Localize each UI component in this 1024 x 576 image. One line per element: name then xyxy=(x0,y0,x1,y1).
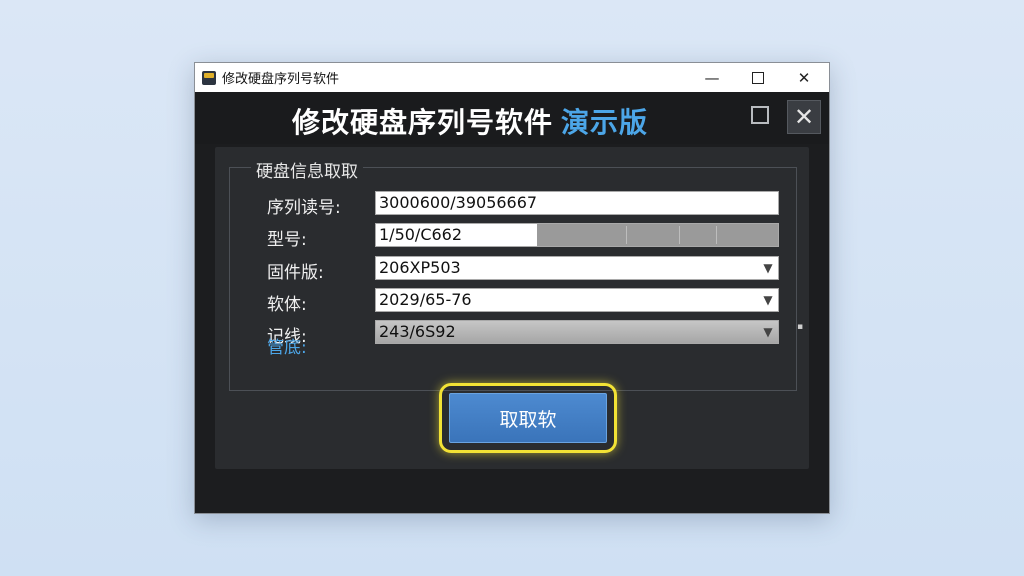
titlebar: 修改硬盘序列号软件 — ✕ xyxy=(195,63,829,93)
app-icon xyxy=(202,70,216,85)
model-label: 型号: xyxy=(267,230,307,250)
app-title: 修改硬盘序列号软件 演示版 xyxy=(195,101,745,141)
app-title-accent: 演示版 xyxy=(561,106,649,139)
app-title-main: 修改硬盘序列号软件 xyxy=(291,106,553,139)
action-button[interactable]: 取取软 xyxy=(449,393,607,443)
model-value: 1/50/C662 xyxy=(379,225,463,244)
serial-value: 3000600/39056667 xyxy=(379,193,538,212)
software-dropdown[interactable]: 2029/65-76 ▼ xyxy=(375,288,779,312)
firmware-label: 固件版: xyxy=(267,263,324,283)
close-button[interactable]: ✕ xyxy=(781,63,827,92)
record-value: 243/6S92 xyxy=(379,322,456,341)
titlebar-text: 修改硬盘序列号软件 xyxy=(222,72,340,87)
maximize-icon xyxy=(752,71,764,84)
header-close-button[interactable]: ✕ xyxy=(787,100,821,134)
app-window: 修改硬盘序列号软件 — ✕ 修改硬盘序列号软件 演示版 ✕ 硬盘信息取取 序列读号… xyxy=(194,62,830,514)
firmware-value: 206XP503 xyxy=(379,258,461,277)
groupbox-legend: 硬盘信息取取 xyxy=(251,157,363,182)
minimize-button[interactable]: — xyxy=(689,63,735,92)
software-label: 软体: xyxy=(267,295,307,315)
main-panel: 硬盘信息取取 序列读号: 3000600/39056667 型号: 1/50/C… xyxy=(215,147,809,469)
field-segment xyxy=(679,226,680,244)
software-value: 2029/65-76 xyxy=(379,290,472,309)
chevron-down-icon[interactable]: ▼ xyxy=(758,257,778,279)
close-icon: ✕ xyxy=(797,68,811,87)
field-segment xyxy=(626,226,627,244)
scroll-indicator-icon: ▪ xyxy=(797,322,804,332)
field-segment xyxy=(716,226,717,244)
serial-label: 序列读号: xyxy=(267,198,341,218)
maximize-button[interactable] xyxy=(735,63,781,92)
action-button-label: 取取软 xyxy=(499,408,557,431)
firmware-dropdown[interactable]: 206XP503 ▼ xyxy=(375,256,779,280)
close-icon: ✕ xyxy=(793,103,815,131)
serial-field[interactable]: 3000600/39056667 xyxy=(375,191,779,215)
restore-icon[interactable] xyxy=(751,106,769,124)
record-dropdown[interactable]: 243/6S92 ▼ xyxy=(375,320,779,344)
model-field[interactable]: 1/50/C662 xyxy=(375,223,779,247)
manage-label: 管底: xyxy=(267,338,307,358)
chevron-down-icon[interactable]: ▼ xyxy=(758,321,778,343)
minimize-icon: — xyxy=(704,68,720,87)
chevron-down-icon[interactable]: ▼ xyxy=(758,289,778,311)
